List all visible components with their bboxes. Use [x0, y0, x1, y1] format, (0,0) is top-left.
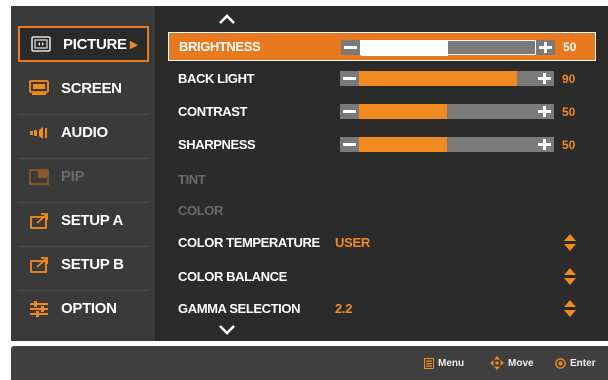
setting-row-tint: TINT — [168, 165, 596, 194]
setting-value: 90 — [562, 71, 576, 86]
menu-icon — [424, 357, 434, 369]
sidebar-item-label: SETUP A — [61, 212, 124, 229]
slider-fill — [361, 41, 448, 56]
setting-value: 50 — [562, 137, 576, 152]
menu-hint: Menu — [424, 356, 464, 370]
sidebar-item-picture[interactable]: PICTURE ▶ — [18, 26, 149, 62]
sidebar-item-audio[interactable]: AUDIO — [18, 114, 149, 150]
option-icon — [28, 300, 50, 318]
increase-button[interactable] — [535, 137, 554, 152]
increase-button[interactable] — [536, 40, 555, 55]
setting-row-color-balance[interactable]: COLOR BALANCE — [168, 262, 596, 291]
pip-icon — [28, 168, 50, 186]
slider-track[interactable] — [359, 104, 535, 119]
audio-icon — [28, 124, 50, 142]
up-down-arrow-icon[interactable] — [564, 234, 576, 251]
setting-label: TINT — [178, 172, 206, 187]
setting-label: COLOR TEMPERATURE — [178, 235, 320, 250]
active-arrow-icon: ▶ — [129, 38, 138, 51]
sidebar-item-label: SCREEN — [61, 79, 122, 97]
menu-hint-label: Menu — [438, 357, 465, 369]
footer-bar: Menu Move Enter — [11, 346, 608, 380]
setting-label: CONTRAST — [178, 104, 248, 119]
move-icon — [490, 356, 504, 370]
move-hint: Move — [490, 356, 534, 370]
setting-label: COLOR — [178, 203, 223, 218]
setting-row-color-temperature[interactable]: COLOR TEMPERATURE USER — [168, 228, 596, 257]
slider-fill — [359, 71, 518, 86]
setting-label: GAMMA SELECTION — [178, 301, 301, 316]
up-down-arrow-icon[interactable] — [564, 268, 576, 285]
decrease-button[interactable] — [340, 71, 359, 86]
sharpness-slider[interactable] — [340, 137, 554, 152]
enter-icon — [555, 357, 566, 369]
setting-label: BACK LIGHT — [178, 71, 255, 86]
slider-fill — [359, 104, 447, 119]
screen-icon — [28, 79, 50, 97]
slider-fill — [359, 137, 447, 152]
setting-value: USER — [335, 235, 370, 250]
decrease-button[interactable] — [340, 104, 359, 119]
setting-value: 2.2 — [335, 301, 353, 316]
sidebar-item-setup-a[interactable]: SETUP A — [18, 202, 149, 238]
setting-label: SHARPNESS — [178, 137, 256, 152]
sidebar-item-label: PIP — [61, 168, 85, 185]
sidebar-item-label: PICTURE — [63, 35, 127, 53]
slider-track[interactable] — [360, 40, 536, 56]
setting-label: BRIGHTNESS — [179, 39, 261, 54]
slider-track[interactable] — [359, 71, 535, 86]
up-down-arrow-icon[interactable] — [564, 300, 576, 317]
setting-label: COLOR BALANCE — [178, 269, 287, 284]
sidebar-item-option[interactable]: OPTION — [18, 290, 149, 326]
sidebar-item-screen[interactable]: SCREEN — [18, 70, 149, 106]
enter-hint-label: Enter — [570, 357, 596, 369]
scroll-up-icon[interactable] — [217, 12, 237, 26]
sidebar-item-pip: PIP — [18, 158, 149, 194]
setting-row-sharpness[interactable]: SHARPNESS 50 — [168, 130, 596, 159]
setup-icon — [28, 212, 50, 230]
decrease-button[interactable] — [340, 137, 359, 152]
setting-row-gamma-selection[interactable]: GAMMA SELECTION 2.2 — [168, 294, 596, 323]
contrast-slider[interactable] — [340, 104, 554, 119]
setting-row-back-light[interactable]: BACK LIGHT 90 — [168, 64, 596, 93]
setting-value: 50 — [562, 104, 576, 119]
move-hint-label: Move — [508, 357, 534, 369]
increase-button[interactable] — [535, 104, 554, 119]
scroll-down-icon[interactable] — [217, 323, 237, 337]
increase-button[interactable] — [535, 71, 554, 86]
sidebar-item-label: AUDIO — [61, 124, 108, 141]
slider-track[interactable] — [359, 137, 535, 152]
sidebar: PICTURE ▶ SCREEN AUDIO PIP SETUP A SETUP… — [11, 6, 156, 341]
sidebar-item-label: OPTION — [61, 300, 117, 317]
settings-panel: BRIGHTNESS 50 BACK LIGHT 90 CONTRAST 50 … — [156, 6, 608, 341]
osd-menu: PICTURE ▶ SCREEN AUDIO PIP SETUP A SETUP… — [11, 6, 608, 341]
setting-row-contrast[interactable]: CONTRAST 50 — [168, 97, 596, 126]
back-light-slider[interactable] — [340, 71, 554, 86]
setting-value: 50 — [563, 39, 577, 54]
sidebar-item-label: SETUP B — [61, 256, 124, 273]
brightness-slider[interactable] — [341, 40, 555, 56]
picture-icon — [30, 35, 52, 53]
setting-row-brightness[interactable]: BRIGHTNESS 50 — [168, 32, 596, 61]
enter-hint: Enter — [555, 356, 596, 370]
decrease-button[interactable] — [341, 40, 360, 55]
setup-icon — [28, 256, 50, 274]
sidebar-item-setup-b[interactable]: SETUP B — [18, 246, 149, 282]
setting-row-color: COLOR — [168, 196, 596, 225]
